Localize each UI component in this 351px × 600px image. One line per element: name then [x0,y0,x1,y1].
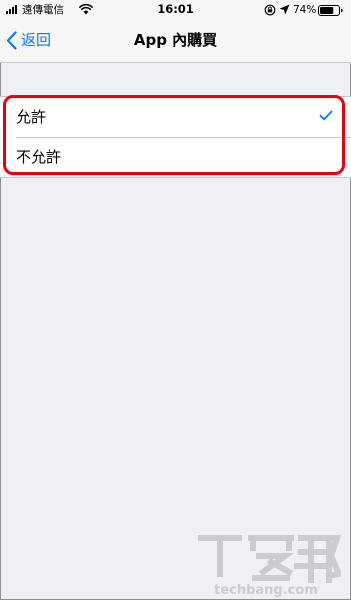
location-icon [279,4,290,15]
navigation-bar: 返回 App 內購買 [0,20,351,63]
status-bar: 遠傳電信 16:01 74% [0,0,351,20]
checkmark-icon [319,110,333,121]
battery-icon [318,5,343,16]
option-disallow[interactable]: 不允許 [0,137,351,177]
page-title: App 內購買 [133,31,218,49]
screen-frame [0,0,351,600]
options-list: 允許 不允許 [0,96,351,178]
svg-text:techbang.com: techbang.com [214,583,318,598]
option-allow[interactable]: 允許 [0,97,351,137]
rotation-lock-icon [264,4,276,16]
option-label: 不允許 [16,148,62,166]
techbang-watermark-logo: techbang.com [198,535,341,598]
battery-percent: 74% [293,4,317,16]
option-label: 允許 [16,108,47,126]
